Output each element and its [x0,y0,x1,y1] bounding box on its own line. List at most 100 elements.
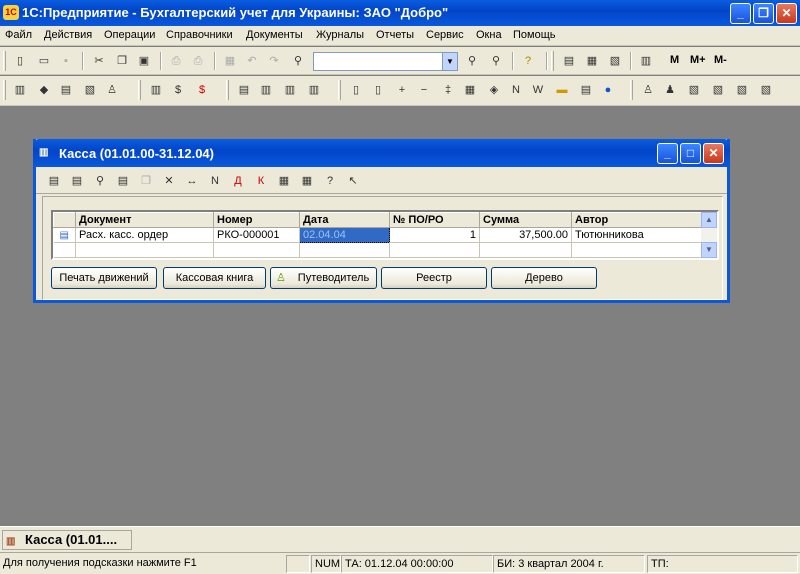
report-a-icon[interactable]: ▧ [686,82,702,98]
table-row[interactable] [53,242,704,258]
empty-cell[interactable] [299,242,390,258]
credit-icon[interactable]: К [253,173,269,189]
redo-icon[interactable]: ↷ [266,53,282,69]
window-maximize-button[interactable]: □ [680,143,701,164]
book-icon[interactable]: ▥ [638,53,654,69]
print-icon[interactable]: ⎙ [168,53,184,69]
close-button[interactable]: ✕ [776,3,797,24]
plan-accounts-icon[interactable]: ▥ [148,82,164,98]
globe-icon[interactable]: ● [600,82,616,98]
menu-documents[interactable]: Документы [246,29,303,41]
payment-icon[interactable]: ▥ [306,82,322,98]
waybill-icon[interactable]: ▥ [282,82,298,98]
context-help-icon[interactable]: ↖ [345,173,361,189]
menu-help[interactable]: Помощь [513,29,556,41]
unpost-icon[interactable]: ▦ [299,173,315,189]
cell-date[interactable]: 02.04.04 [299,227,390,243]
column-header-date[interactable]: Дата [299,212,390,228]
column-header-number[interactable]: Номер [213,212,300,228]
edit-line-icon[interactable]: ▤ [115,173,131,189]
find-binoculars-icon[interactable]: ⚲ [290,53,306,69]
taskbar-item-kassa[interactable]: ▥ Касса (01.01.... [2,530,132,550]
empty-cell[interactable] [75,242,214,258]
document-type-icon[interactable]: ▤ [53,227,76,243]
restore-button[interactable]: ❐ [753,3,774,24]
save-icon[interactable]: ▪ [58,53,74,69]
new-document-icon[interactable]: ▯ [12,53,28,69]
debit-icon[interactable]: Д [230,173,246,189]
toolbar-grip[interactable] [551,51,554,71]
calendar-icon[interactable]: ▦ [584,53,600,69]
empty-cell[interactable] [571,242,704,258]
open-folder-icon[interactable]: ▭ [36,53,52,69]
employee-icon[interactable]: ♙ [104,82,120,98]
swatch-icon[interactable]: ◈ [486,82,502,98]
properties-icon[interactable]: ▦ [222,53,238,69]
calculator-icon[interactable]: ▤ [561,53,577,69]
empty-cell[interactable] [213,242,300,258]
menu-windows[interactable]: Окна [476,29,502,41]
menu-references[interactable]: Справочники [166,29,233,41]
menu-operations[interactable]: Операции [104,29,155,41]
journal-grid[interactable]: Документ Номер Дата № ПО/РО Сумма Автор … [51,210,719,260]
people-icon[interactable]: ♟ [662,82,678,98]
window-help-icon[interactable]: ? [322,173,338,189]
numbering-icon[interactable]: N [207,173,223,189]
mark-n-icon[interactable]: N [508,82,524,98]
report-b-icon[interactable]: ▧ [710,82,726,98]
combo-dropdown-arrow-icon[interactable]: ▼ [442,53,457,70]
toolbar-grip[interactable] [3,51,6,71]
toolbar-grip[interactable] [3,80,6,100]
column-header-author[interactable]: Автор [571,212,704,228]
keyboard-icon[interactable]: ▧ [607,53,623,69]
currency-rates-icon[interactable]: $ [194,82,210,98]
print-preview-icon[interactable]: ⎙ [190,53,206,69]
person-icon[interactable]: ♙ [640,82,656,98]
cash-book-button[interactable]: Кассовая книга [163,267,266,289]
split-icon[interactable]: ‡ [440,82,456,98]
find-next-icon[interactable]: ⚲ [464,53,480,69]
window-minimize-button[interactable]: _ [657,143,678,164]
copy-line-icon[interactable]: ❐ [138,173,154,189]
menu-actions[interactable]: Действия [44,29,92,41]
cash-register-icon[interactable]: ▤ [578,82,594,98]
page-icon[interactable]: ▯ [370,82,386,98]
grid-icon[interactable]: ▦ [462,82,478,98]
report-c-icon[interactable]: ▧ [734,82,750,98]
currency-icon[interactable]: $ [170,82,186,98]
tree-button[interactable]: Дерево [491,267,597,289]
undo-icon[interactable]: ↶ [244,53,260,69]
book-open-icon[interactable]: ▯ [348,82,364,98]
toolbar-grip[interactable] [630,80,633,100]
paste-icon[interactable]: ▣ [136,53,152,69]
memory-m-button[interactable]: M [670,54,679,66]
cell-po-ro[interactable]: 1 [389,227,480,243]
menu-service[interactable]: Сервис [426,29,464,41]
toolbar-grip[interactable] [138,80,141,100]
empty-cell[interactable] [479,242,572,258]
cell-sum[interactable]: 37,500.00 [479,227,572,243]
counterparty-icon[interactable]: ▧ [82,82,98,98]
menu-journals[interactable]: Журналы [316,29,364,41]
column-header-document[interactable]: Документ [75,212,214,228]
cut-icon[interactable]: ✂ [91,53,107,69]
search-combo[interactable]: ▼ [313,52,458,71]
guide-button[interactable]: ♙ Путеводитель [270,267,377,289]
menu-reports[interactable]: Отчеты [376,29,414,41]
invoice-icon[interactable]: ▥ [258,82,274,98]
journal-icon[interactable]: ▤ [236,82,252,98]
empty-cell[interactable] [389,242,480,258]
window-close-button[interactable]: ✕ [703,143,724,164]
cash-journal-title-bar[interactable]: ▥ Касса (01.01.00-31.12.04) _ □ ✕ [33,139,730,167]
memory-m-plus-button[interactable]: M+ [690,54,706,66]
table-row[interactable]: ▤ Расх. касс. ордер РКО-000001 02.04.04 … [53,227,704,243]
minimize-button[interactable]: _ [730,3,751,24]
memory-m-minus-button[interactable]: M- [714,54,727,66]
toolbar-grip[interactable] [338,80,341,100]
cell-author[interactable]: Тютюнникова [571,227,704,243]
toolbar-grip[interactable] [226,80,229,100]
register-button[interactable]: Реестр [381,267,487,289]
post-icon[interactable]: ▦ [276,173,292,189]
grid-corner-header[interactable] [53,212,76,228]
cell-number[interactable]: РКО-000001 [213,227,300,243]
